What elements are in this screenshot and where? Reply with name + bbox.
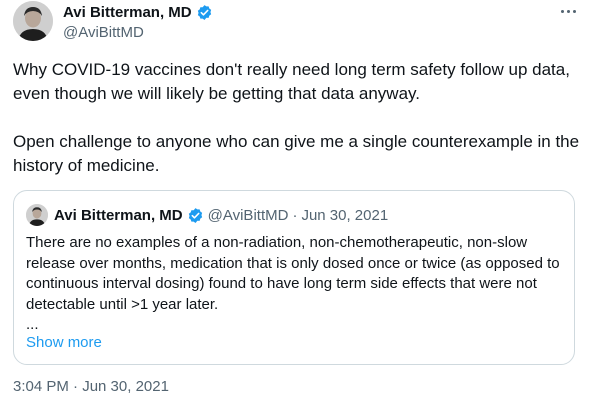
quoted-tweet-text: There are no examples of a non-radiation…	[26, 234, 560, 313]
quoted-author-handle: @AviBittMD	[207, 206, 289, 224]
show-more-link[interactable]: Show more	[26, 333, 102, 353]
avatar[interactable]	[13, 1, 53, 41]
verified-badge-icon	[197, 4, 211, 20]
dot	[572, 9, 576, 13]
dot	[560, 9, 564, 13]
more-options-icon[interactable]	[557, 2, 579, 20]
quoted-avatar	[26, 204, 48, 226]
author-name[interactable]: Avi Bitterman, MD	[63, 4, 192, 21]
tweet: Avi Bitterman, MD @AviBittMD Why COVID-1…	[0, 0, 597, 400]
quoted-date: Jun 30, 2021	[301, 206, 389, 224]
quoted-tweet-header: Avi Bitterman, MD @AviBittMD · Jun 30, 2…	[26, 204, 388, 226]
quoted-avatar-image	[26, 204, 48, 226]
quoted-ellipsis: ...	[26, 316, 39, 333]
tweet-timestamp[interactable]: 3:04 PM · Jun 30, 2021	[13, 378, 169, 395]
tweet-paragraph-2: Open challenge to anyone who can give me…	[13, 132, 580, 175]
avatar-image	[13, 1, 53, 41]
tweet-paragraph-1: Why COVID-19 vaccines don't really need …	[13, 60, 570, 103]
quoted-separator: ·	[292, 206, 298, 224]
quoted-author-name: Avi Bitterman, MD	[54, 206, 183, 224]
author-name-row: Avi Bitterman, MD	[63, 2, 213, 22]
quoted-tweet[interactable]: Avi Bitterman, MD @AviBittMD · Jun 30, 2…	[13, 190, 575, 365]
verified-badge-icon	[188, 207, 202, 223]
tweet-text: Why COVID-19 vaccines don't really need …	[13, 58, 591, 178]
dot	[566, 9, 570, 13]
author-handle[interactable]: @AviBittMD	[63, 24, 144, 41]
